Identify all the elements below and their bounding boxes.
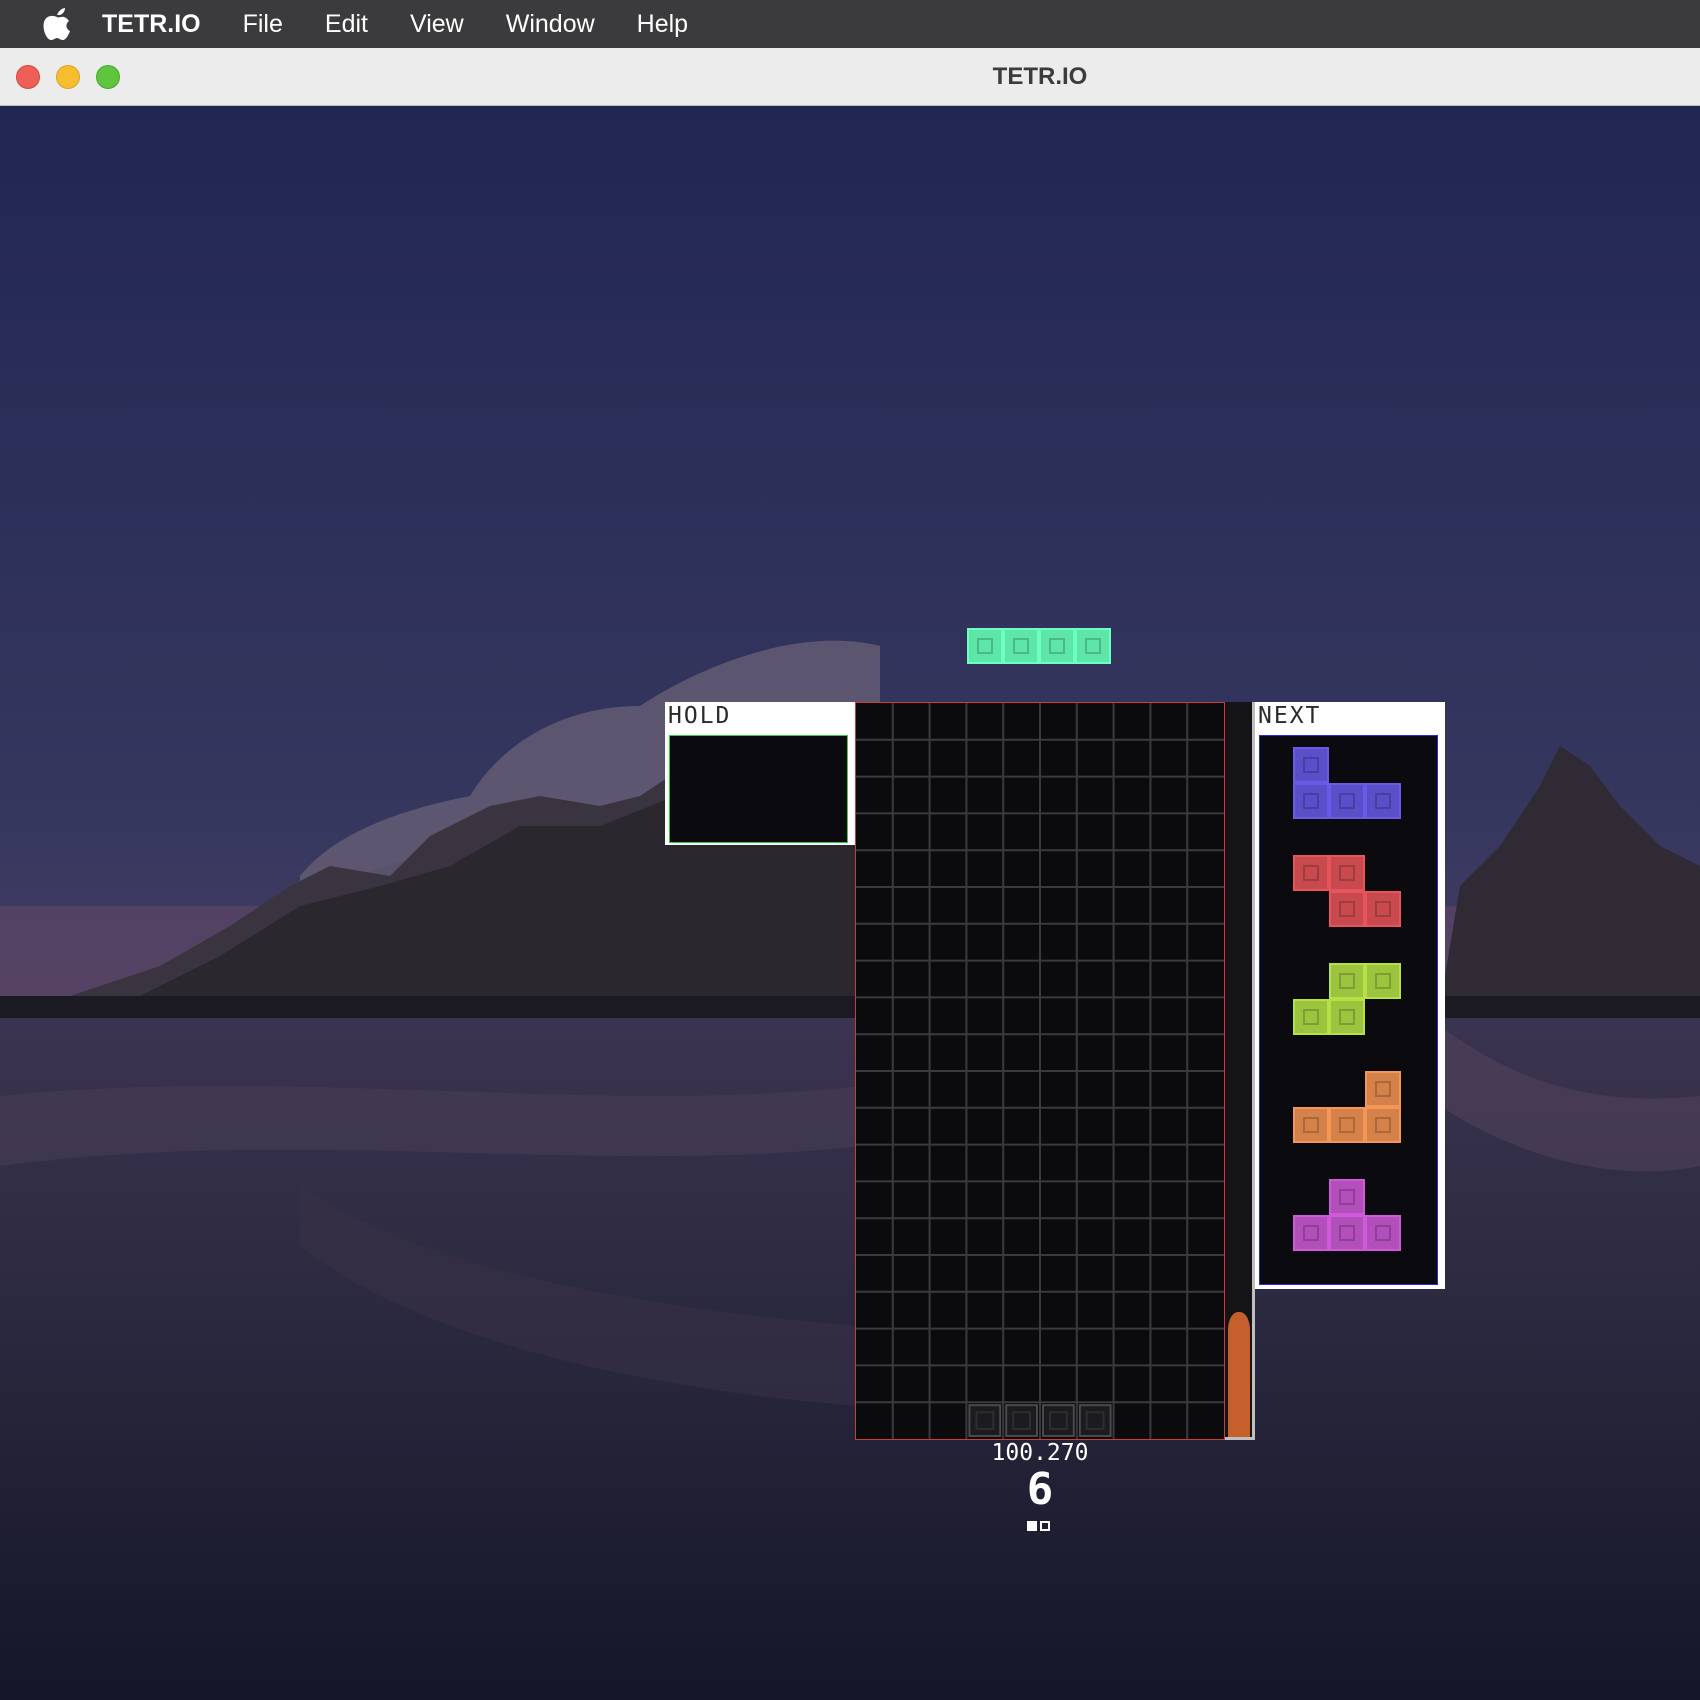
block-bevel	[1303, 793, 1319, 809]
block-bevel	[1339, 1009, 1355, 1025]
block-bevel	[1303, 1009, 1319, 1025]
block-bevel	[1375, 1081, 1391, 1097]
next-label: NEXT	[1258, 703, 1322, 729]
active-piece-block	[1003, 628, 1039, 664]
apple-icon[interactable]	[42, 7, 72, 41]
block-bevel	[1339, 1189, 1355, 1205]
window-title: TETR.IO	[992, 63, 1088, 90]
next-piece-block	[1365, 783, 1401, 819]
next-piece-block	[1329, 783, 1365, 819]
block-bevel	[1013, 638, 1029, 654]
menu-file[interactable]: File	[243, 10, 283, 39]
menu-app-name[interactable]: TETR.IO	[102, 10, 201, 39]
next-panel	[1255, 731, 1445, 1289]
next-piece-block	[1329, 891, 1365, 927]
menu-help[interactable]: Help	[637, 10, 688, 39]
block-bevel	[1339, 901, 1355, 917]
next-piece-block	[1293, 999, 1329, 1035]
block-bevel	[1339, 793, 1355, 809]
next-piece-block	[1329, 1107, 1365, 1143]
hold-label: HOLD	[668, 703, 732, 729]
next-piece-block	[1329, 1179, 1365, 1215]
game-board	[855, 702, 1225, 1440]
indicator-square	[1027, 1521, 1037, 1531]
next-panel-header: NEXT	[1255, 702, 1445, 731]
block-bevel	[1049, 638, 1065, 654]
next-piece-block	[1329, 963, 1365, 999]
active-piece-block	[1075, 628, 1111, 664]
next-piece-block	[1329, 1215, 1365, 1251]
lines-cleared: 6	[1026, 1464, 1054, 1515]
hold-panel-header: HOLD	[665, 702, 855, 731]
block-bevel	[1339, 1117, 1355, 1133]
ghost-piece-block	[968, 1404, 1002, 1438]
progress-indicator	[1027, 1518, 1053, 1536]
ghost-piece-block	[1005, 1404, 1038, 1438]
block-bevel	[1375, 973, 1391, 989]
hold-slot	[669, 735, 848, 843]
block-bevel	[1375, 1225, 1391, 1241]
next-piece-block	[1365, 891, 1401, 927]
window-title-bar: TETR.IO	[0, 48, 1700, 106]
block-bevel	[977, 638, 993, 654]
hold-panel	[665, 731, 855, 845]
block-bevel	[1375, 901, 1391, 917]
next-piece-block	[1293, 747, 1329, 783]
ghost-piece-block	[1078, 1404, 1112, 1438]
menu-view[interactable]: View	[410, 10, 464, 39]
next-piece-block	[1365, 1071, 1401, 1107]
block-bevel	[1339, 865, 1355, 881]
block-bevel	[1303, 1117, 1319, 1133]
ghost-piece-block	[1042, 1404, 1075, 1438]
game-time: 100.270	[991, 1440, 1089, 1466]
garbage-meter	[1225, 702, 1255, 1440]
next-piece-block	[1365, 963, 1401, 999]
next-piece-block	[1365, 1215, 1401, 1251]
block-bevel	[1375, 793, 1391, 809]
block-bevel	[1339, 1225, 1355, 1241]
menu-bar: TETR.IO File Edit View Window Help	[0, 0, 1700, 48]
background-landscape	[0, 106, 1700, 1700]
block-bevel	[1339, 973, 1355, 989]
indicator-square	[1040, 1521, 1050, 1531]
next-piece-block	[1293, 1107, 1329, 1143]
block-bevel	[1085, 638, 1101, 654]
next-piece-block	[1329, 999, 1365, 1035]
menu-window[interactable]: Window	[506, 10, 595, 39]
next-piece-block	[1365, 1107, 1401, 1143]
active-piece-block	[1039, 628, 1075, 664]
block-bevel	[1375, 1117, 1391, 1133]
active-piece-block	[967, 628, 1003, 664]
garbage-meter-fill	[1228, 1312, 1250, 1437]
next-piece-block	[1293, 783, 1329, 819]
block-bevel	[1303, 1225, 1319, 1241]
next-queue	[1259, 735, 1438, 1285]
next-piece-block	[1293, 855, 1329, 891]
next-piece-block	[1293, 1215, 1329, 1251]
menu-edit[interactable]: Edit	[325, 10, 368, 39]
block-bevel	[1303, 757, 1319, 773]
board-grid	[856, 703, 1224, 1439]
block-bevel	[1303, 865, 1319, 881]
next-piece-block	[1329, 855, 1365, 891]
